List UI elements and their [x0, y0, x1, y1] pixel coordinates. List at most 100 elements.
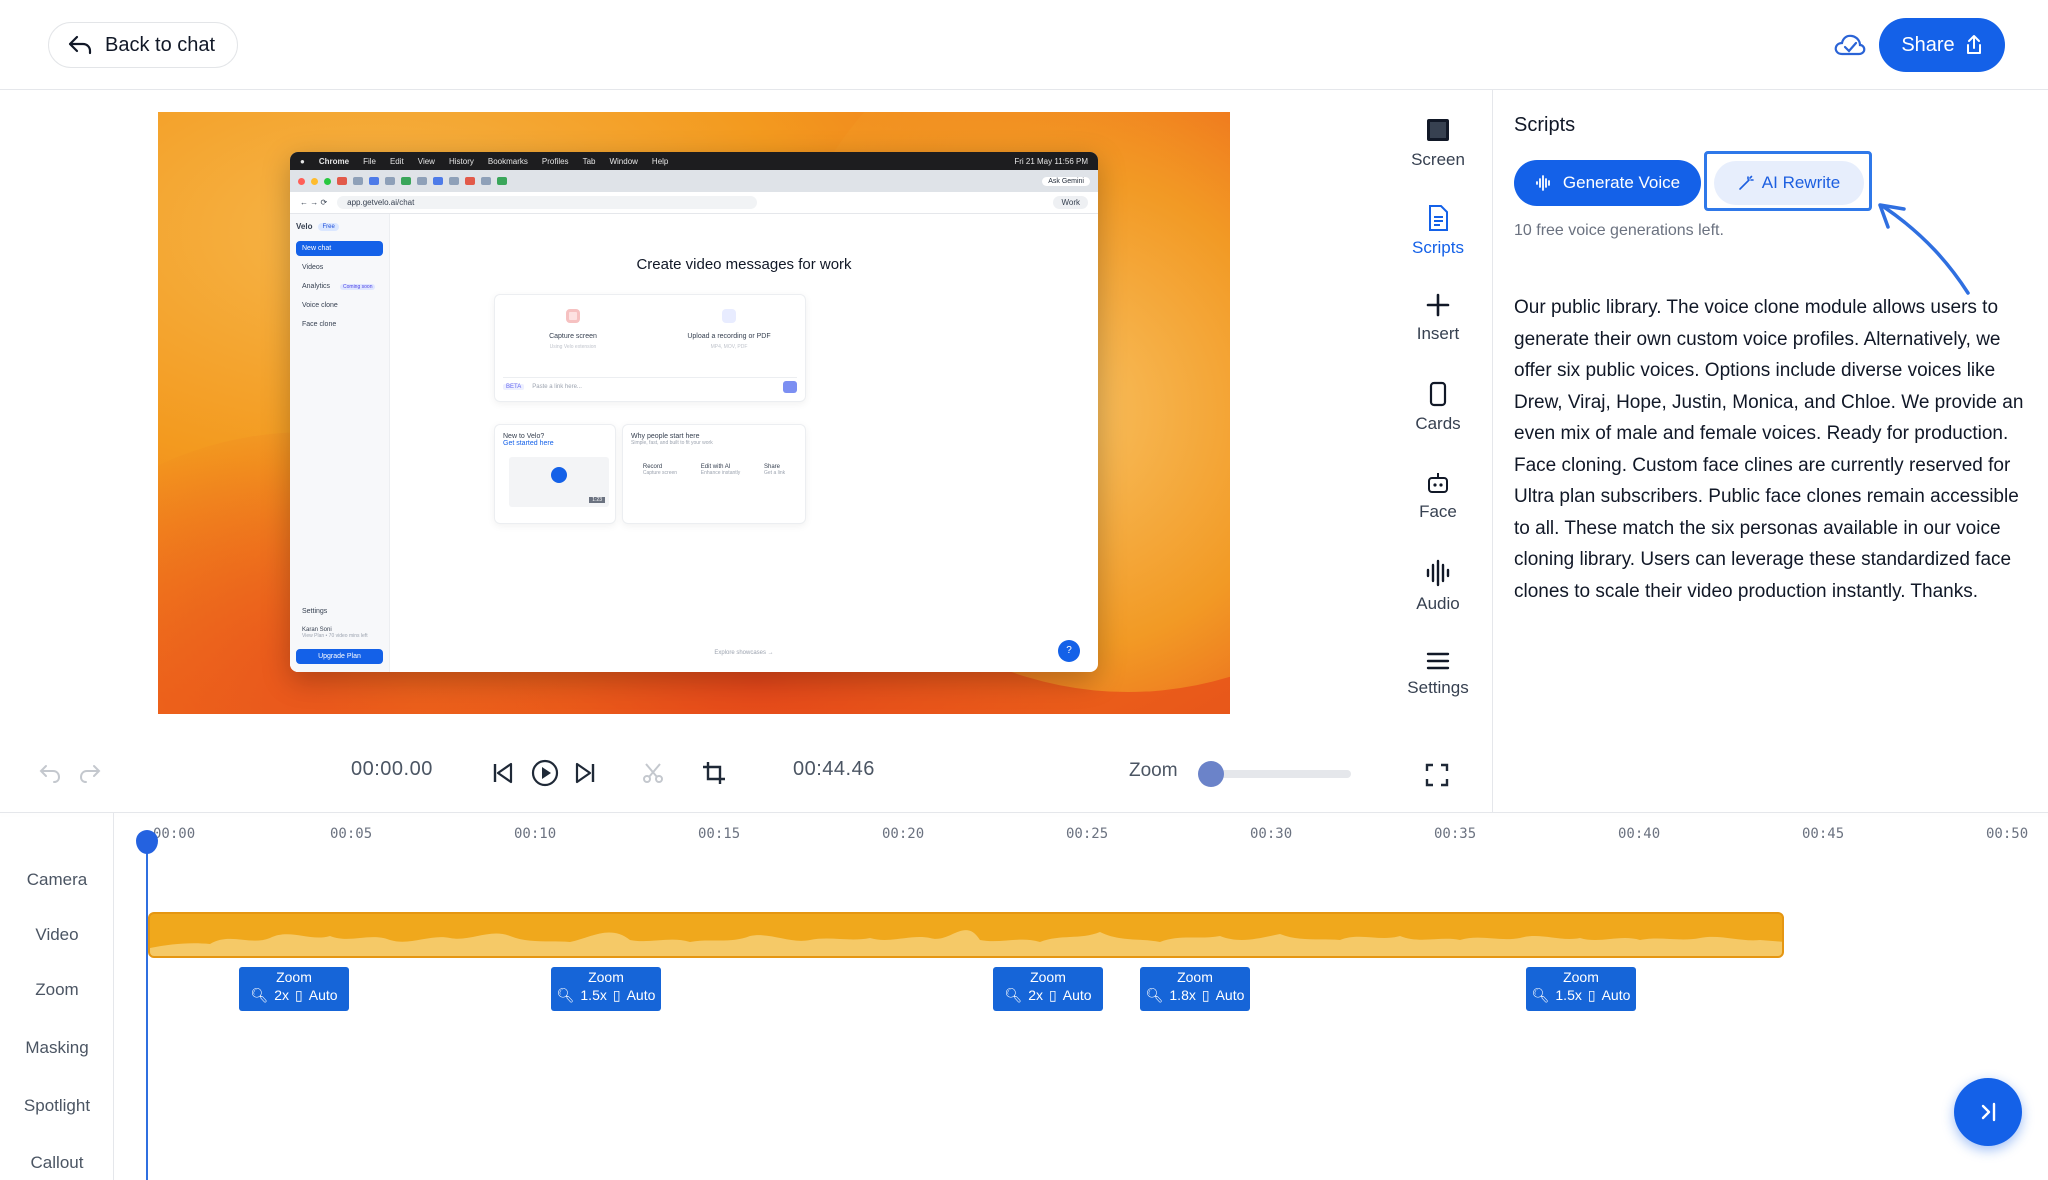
nav-analytics: Analytics Coming soon	[296, 279, 383, 294]
menu-item: Bookmarks	[487, 156, 528, 166]
total-duration: 00:44.46	[793, 758, 875, 780]
tool-cards[interactable]: Cards	[1398, 380, 1478, 434]
play-icon	[551, 467, 567, 483]
panel-divider	[1492, 90, 1493, 812]
url-field: app.getvelo.ai/chat	[337, 196, 758, 209]
fullscreen-icon[interactable]	[1424, 762, 1450, 788]
share-button[interactable]: Share	[1879, 18, 2005, 72]
mouse-icon: ▯	[1049, 987, 1057, 1003]
send-icon	[783, 380, 797, 393]
tab-favicon	[433, 177, 443, 185]
zoom-factor: 1.5x	[580, 987, 607, 1003]
tool-settings[interactable]: Settings	[1398, 650, 1478, 698]
menu-item: Profiles	[541, 156, 569, 166]
tab-favicon	[401, 177, 411, 185]
redo-icon[interactable]	[78, 762, 102, 784]
menu-item: History	[448, 156, 474, 166]
playhead-line	[146, 838, 148, 1180]
mouse-icon: ▯	[1587, 987, 1596, 1003]
paste-link-row: BETA Paste a link here...	[503, 377, 797, 395]
recorded-browser-window: ● Chrome File Edit View History Bookmark…	[290, 152, 1098, 672]
video-preview[interactable]: ● Chrome File Edit View History Bookmark…	[158, 112, 1230, 714]
skip-back-icon[interactable]	[490, 760, 516, 786]
action-row: Record Capture screen Edit with AI Enhance…	[631, 464, 797, 476]
collapse-panel-button[interactable]	[1954, 1078, 2022, 1146]
tab-favicon	[449, 177, 459, 185]
magnifier-icon: 🔍︎	[1531, 987, 1550, 1003]
why-start-title: Why people start here	[631, 433, 700, 440]
tutorial-thumbnail: 1:23	[509, 457, 609, 507]
zoom-clip-title: Zoom	[588, 969, 624, 985]
video-track-clip[interactable]	[148, 912, 1784, 958]
zoom-clip-title: Zoom	[1177, 969, 1213, 985]
nav-voice-clone: Voice clone	[302, 302, 338, 309]
app-body: Velo Free New chat Videos Analytics Comin…	[290, 214, 1098, 672]
undo-icon[interactable]	[38, 762, 62, 784]
magnifier-icon: 🔍︎	[250, 987, 269, 1003]
maximize-dot-icon	[324, 177, 331, 185]
nav-new-chat: New chat	[296, 241, 383, 256]
cloud-saved-icon[interactable]	[1833, 30, 1867, 60]
app-sidebar: Velo Free New chat Videos Analytics Comin…	[290, 214, 390, 672]
generate-voice-button[interactable]: Generate Voice	[1514, 160, 1701, 206]
tool-scripts[interactable]: Scripts	[1398, 204, 1478, 258]
zoom-mode: Auto	[308, 987, 338, 1003]
nav-settings: Settings	[302, 608, 328, 615]
zoom-slider-handle[interactable]	[1198, 761, 1224, 787]
zoom-mode: Auto	[1215, 987, 1245, 1003]
tool-label: Screen	[1411, 150, 1465, 169]
capture-screen-label: Capture screen	[549, 333, 597, 340]
magnifier-icon: 🔍︎	[1004, 987, 1023, 1003]
tool-insert[interactable]: Insert	[1398, 292, 1478, 344]
profile-pill: Work	[1053, 196, 1088, 209]
sidebar-bottom: Settings Karan Soni View Plan • 70 video…	[296, 604, 383, 664]
zoom-clip[interactable]: Zoom 🔍︎ 2x ▯ Auto	[993, 967, 1103, 1011]
tab-favicon	[353, 177, 363, 185]
scissors-icon[interactable]	[641, 761, 665, 785]
magnifier-icon: 🔍︎	[556, 987, 575, 1003]
current-time: 00:00.00	[351, 758, 433, 780]
timeline-divider	[0, 812, 2048, 813]
crop-icon[interactable]	[701, 760, 727, 786]
zoom-clip[interactable]: Zoom 🔍︎ 1.5x ▯ Auto	[1526, 967, 1636, 1011]
zoom-mode: Auto	[1601, 987, 1631, 1003]
menu-item: Chrome	[318, 156, 350, 166]
paste-link-placeholder: Paste a link here...	[532, 383, 582, 390]
track-label-callout: Callout	[30, 1153, 84, 1172]
audio-waveform	[150, 930, 1782, 956]
tool-audio[interactable]: Audio	[1398, 558, 1478, 614]
zoom-clip-details: 🔍︎ 1.5x ▯ Auto	[1526, 987, 1636, 1004]
skip-forward-icon[interactable]	[572, 760, 598, 786]
mouse-icon: ▯	[1201, 987, 1210, 1003]
nav-analytics-label: Analytics	[302, 283, 331, 290]
script-text-editor[interactable]: Our public library. The voice clone modu…	[1514, 292, 2034, 607]
zoom-clip[interactable]: Zoom 🔍︎ 1.5x ▯ Auto	[551, 967, 661, 1011]
minimize-dot-icon	[311, 177, 318, 185]
ruler-tick: 00:30	[1250, 826, 1293, 842]
close-dot-icon	[298, 177, 305, 185]
tab-favicon	[497, 177, 507, 185]
browser-tab-bar: Ask Gemini	[290, 170, 1098, 192]
menu-item: Window	[609, 156, 638, 166]
zoom-clip[interactable]: Zoom 🔍︎ 2x ▯ Auto	[239, 967, 349, 1011]
menu-item: Tab	[582, 156, 596, 166]
new-to-velo-card: New to Velo? Get started here 1:23	[494, 424, 616, 524]
ai-rewrite-button[interactable]: AI Rewrite	[1714, 161, 1864, 205]
tool-face[interactable]: Face	[1398, 470, 1478, 522]
upload-icon	[722, 309, 736, 323]
tab-favicon	[481, 177, 491, 185]
ruler-tick: 00:35	[1434, 826, 1477, 842]
track-label-masking: Masking	[25, 1038, 89, 1057]
zoom-clip-details: 🔍︎ 2x ▯ Auto	[993, 987, 1103, 1004]
menu-item: Edit	[389, 156, 404, 166]
back-to-chat-button[interactable]: Back to chat	[48, 22, 239, 68]
share-upload-icon	[1966, 35, 1981, 54]
ruler-tick: 00:10	[514, 826, 557, 842]
zoom-factor: 2x	[274, 987, 290, 1003]
play-button-icon[interactable]	[530, 758, 560, 788]
action-sub: Enhance instantly	[700, 470, 741, 476]
playhead-handle[interactable]	[136, 830, 158, 854]
tool-screen[interactable]: Screen	[1398, 116, 1478, 170]
zoom-clip[interactable]: Zoom 🔍︎ 1.8x ▯ Auto	[1140, 967, 1250, 1011]
app-heading: Create video messages for work	[636, 256, 852, 273]
